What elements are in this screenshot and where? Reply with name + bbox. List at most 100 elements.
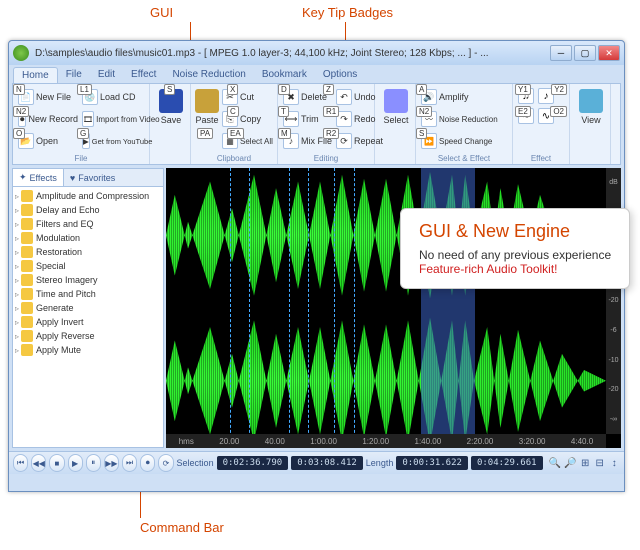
noise-button[interactable]: 〰Noise Reduction — [419, 108, 509, 130]
youtube-button[interactable]: ▶Get from YouTube — [80, 130, 144, 152]
redo-label: Redo — [354, 114, 376, 124]
selectall-label: Select All — [240, 137, 273, 146]
effect-icon — [21, 330, 33, 342]
sidebar-item[interactable]: Apply Reverse — [15, 329, 161, 343]
sidebar-tab-favorites[interactable]: ♥Favorites — [64, 169, 121, 186]
time-ruler[interactable]: hms20.0040.001:00.001:20.001:40.002:20.0… — [166, 434, 606, 448]
sel-end: 0:03:08.412 — [291, 456, 363, 470]
ruler-tick: 20.00 — [219, 437, 239, 446]
statusbar: ⏮ ◀◀ ■ ▶ ⏸ ▶▶ ⏭ ⏺ ⟳ Selection 0:02:36.79… — [9, 451, 624, 474]
tab-bookmark[interactable]: Bookmark — [254, 67, 315, 83]
sidebar-item-label: Delay and Echo — [36, 205, 100, 215]
stop-button[interactable]: ■ — [49, 454, 64, 472]
marker-region[interactable] — [289, 168, 309, 448]
marker-region[interactable] — [230, 168, 250, 448]
group-label: Select & Effect — [416, 154, 512, 163]
badge: Z — [323, 84, 334, 95]
tooltip-red: Feature-rich Audio Toolkit! — [419, 262, 611, 276]
effect-icon — [21, 344, 33, 356]
badge: EA — [227, 128, 244, 139]
group-effect2: ♫ ♪ ≈ ∿ Y1 Y2 E2 O2 Effect — [513, 84, 570, 164]
badge: N — [13, 84, 25, 95]
badge: L1 — [77, 84, 92, 95]
tab-edit[interactable]: Edit — [90, 67, 123, 83]
sidebar-item[interactable]: Special — [15, 259, 161, 273]
sidebar-item[interactable]: Generate — [15, 301, 161, 315]
group-clipboard: Paste ✂Cut ⎘Copy ▦Select All X C PA EA C… — [191, 84, 278, 164]
sidebar-item-label: Modulation — [36, 233, 80, 243]
pause-button[interactable]: ⏸ — [86, 454, 101, 472]
sidebar-item[interactable]: Stereo Imagery — [15, 273, 161, 287]
import-video-button[interactable]: 🎞Import from Video — [80, 108, 144, 130]
amplify-button[interactable]: 🔊Amplify — [419, 86, 509, 108]
loop-button[interactable]: ⟳ — [158, 454, 173, 472]
ffwd-button[interactable]: ▶▶ — [104, 454, 119, 472]
star-icon: ✦ — [19, 172, 27, 183]
sidebar-item[interactable]: Time and Pitch — [15, 287, 161, 301]
badge: N2 — [416, 106, 432, 117]
rewind-button[interactable]: ◀◀ — [31, 454, 46, 472]
record-button[interactable]: ⏺ — [140, 454, 155, 472]
ruler-tick: 3:20.00 — [519, 437, 546, 446]
view-icon — [579, 89, 603, 113]
db-tick: -10 — [608, 357, 618, 364]
ruler-tick: 1:00.00 — [310, 437, 337, 446]
tab-file[interactable]: File — [58, 67, 90, 83]
sidebar-item-label: Apply Mute — [36, 345, 81, 355]
sel-start: 0:02:36.790 — [217, 456, 289, 470]
sidebar-item[interactable]: Modulation — [15, 231, 161, 245]
badge: C — [227, 106, 239, 117]
badge: O — [13, 128, 25, 139]
view-label: View — [581, 115, 600, 125]
tab-options[interactable]: Options — [315, 67, 365, 83]
sidebar-item[interactable]: Amplitude and Compression — [15, 189, 161, 203]
zoom-sel-button[interactable]: ⊟ — [594, 456, 606, 470]
badge: S — [164, 84, 175, 95]
sidebar-item[interactable]: Filters and EQ — [15, 217, 161, 231]
sidebar-item-label: Apply Reverse — [36, 331, 95, 341]
view-button[interactable]: View — [573, 86, 609, 128]
min-button[interactable]: ─ — [550, 45, 572, 61]
marker-region[interactable] — [334, 168, 354, 448]
paste-button[interactable]: Paste — [194, 86, 220, 152]
goto-end-button[interactable]: ⏭ — [122, 454, 137, 472]
zoomin-button[interactable]: 🔍 — [549, 456, 561, 470]
annotation-gui: GUI — [150, 5, 173, 20]
max-button[interactable]: ▢ — [574, 45, 596, 61]
group-file: 📄New File ⏺New Record 📂Open 💿Load CD 🎞Im… — [13, 84, 150, 164]
sidebar-item[interactable]: Delay and Echo — [15, 203, 161, 217]
badge: Y1 — [515, 84, 531, 95]
ruler-tick: 4:40.0 — [571, 437, 593, 446]
db-tick: -20 — [608, 297, 618, 304]
zoom-v-button[interactable]: ↕ — [608, 456, 620, 470]
new-file-button[interactable]: 📄New File — [16, 86, 80, 108]
effect-icon — [21, 260, 33, 272]
annotation-keytip: Key Tip Badges — [302, 5, 393, 20]
tab-noise[interactable]: Noise Reduction — [164, 67, 253, 83]
open-button[interactable]: 📂Open — [16, 130, 80, 152]
zoomout-button[interactable]: 🔎 — [564, 456, 576, 470]
trim-label: Trim — [301, 114, 319, 124]
goto-start-button[interactable]: ⏮ — [13, 454, 28, 472]
tab-home[interactable]: Home — [13, 67, 58, 83]
sidebar-item[interactable]: Apply Invert — [15, 315, 161, 329]
close-button[interactable]: ✕ — [598, 45, 620, 61]
badge: N2 — [13, 106, 29, 117]
sidebar-item[interactable]: Restoration — [15, 245, 161, 259]
select-label: Select — [383, 115, 408, 125]
sidebar-item[interactable]: Apply Mute — [15, 343, 161, 357]
zoom-fit-button[interactable]: ⊞ — [579, 456, 591, 470]
group-select: Select — [375, 84, 416, 164]
tab-effect[interactable]: Effect — [123, 67, 164, 83]
titlebar[interactable]: D:\samples\audio files\music01.mp3 - [ M… — [9, 41, 624, 65]
sidebar-item-label: Restoration — [36, 247, 82, 257]
noise-label: Noise Reduction — [439, 115, 498, 124]
play-button[interactable]: ▶ — [68, 454, 83, 472]
title-text: D:\samples\audio files\music01.mp3 - [ M… — [35, 48, 548, 59]
speed-button[interactable]: ⏩Speed Change — [419, 130, 509, 152]
sidebar-item-label: Filters and EQ — [36, 219, 94, 229]
select-button[interactable]: Select — [378, 86, 414, 128]
sidebar-tab-effects[interactable]: ✦Effects — [13, 169, 64, 186]
tooltip-sub: No need of any previous experience — [419, 248, 611, 262]
badge: O2 — [550, 106, 567, 117]
